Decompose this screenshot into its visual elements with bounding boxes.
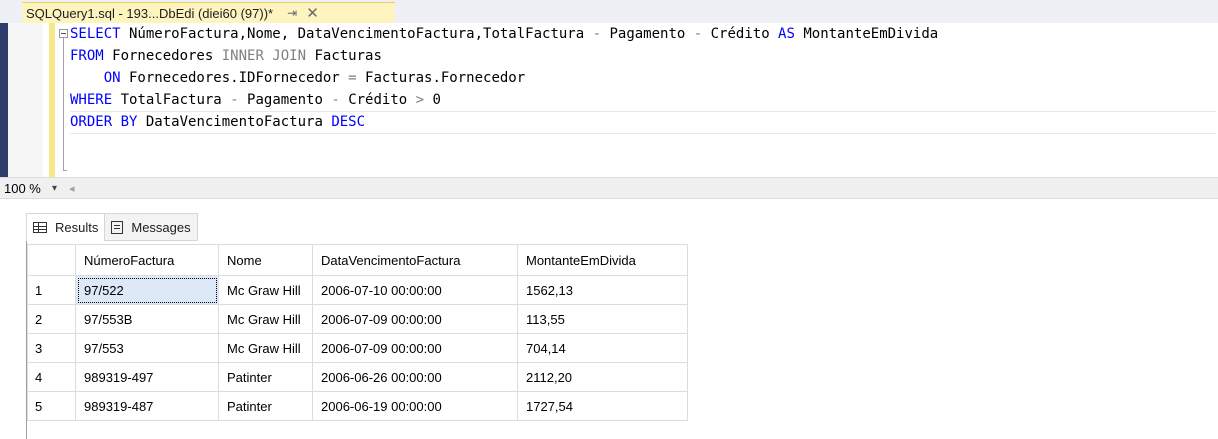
document-tab-strip: SQLQuery1.sql - 193...DbEdi (diei60 (97)… [0,0,1218,24]
sql-operator: > [415,92,425,108]
sql-operator: - [592,26,602,42]
sql-editor[interactable]: SELECT NúmeroFactura,Nome, DataVenciment… [8,23,1218,177]
grid-icon [33,221,47,233]
grid-cell[interactable]: 97/522 [75,275,219,305]
outline-line [63,38,64,171]
grid-cell[interactable]: Patinter [218,391,313,421]
sql-keyword: DESC [331,114,366,130]
row-number-header[interactable] [27,244,76,276]
code-line[interactable]: FROM Fornecedores INNER JOIN Facturas [70,45,1216,67]
grid-header-row: NúmeroFactura Nome DataVencimentoFactura… [27,244,688,276]
sql-keyword: ORDER BY [70,114,138,130]
tab-results-label: Results [55,219,99,235]
sql-text: Facturas.Fornecedor [356,70,526,86]
sql-text: 0 [424,92,441,108]
sql-text: TotalFactura [112,92,231,108]
grid-cell[interactable]: 2006-07-09 00:00:00 [312,333,518,363]
grid-cell[interactable]: 2006-06-26 00:00:00 [312,362,518,392]
sql-text: Pagamento [238,92,332,108]
table-row[interactable]: 3 97/553 Mc Graw Hill 2006-07-09 00:00:0… [27,333,688,363]
sql-keyword: ON [70,70,121,86]
results-pane: Results Messages NúmeroFactura Nome Data… [0,199,1218,439]
sql-keyword: FROM [70,48,104,64]
row-number[interactable]: 3 [27,333,76,363]
sql-text: Facturas [306,48,382,64]
sql-code[interactable]: SELECT NúmeroFactura,Nome, DataVenciment… [70,23,1216,134]
outline-line-end [63,170,67,171]
grid-cell[interactable]: 2006-07-09 00:00:00 [312,304,518,334]
grid-cell[interactable]: 989319-487 [75,391,219,421]
close-icon[interactable]: ✕ [306,6,319,21]
results-tabs: Results Messages [26,213,198,241]
grid-cell[interactable]: 113,55 [517,304,688,334]
sql-text: Crédito [339,92,416,108]
row-number[interactable]: 5 [27,391,76,421]
query-tab-title: SQLQuery1.sql - 193...DbEdi (diei60 (97)… [26,5,274,21]
row-number[interactable]: 1 [27,275,76,305]
table-row[interactable]: 4 989319-497 Patinter 2006-06-26 00:00:0… [27,362,688,392]
column-header[interactable]: Nome [218,244,313,276]
code-line[interactable]: ON Fornecedores.IDFornecedor = Facturas.… [70,67,1216,89]
sql-keyword: SELECT [70,26,121,42]
grid-cell[interactable]: 1562,13 [517,275,688,305]
table-row[interactable]: 5 989319-487 Patinter 2006-06-19 00:00:0… [27,391,688,421]
scroll-left-icon[interactable]: ◂ [69,182,75,195]
tab-messages-label: Messages [131,219,191,235]
sql-operator: - [693,26,703,42]
code-line[interactable]: ORDER BY DataVencimentoFactura DESC [70,111,1216,134]
grid-cell[interactable]: 97/553 [75,333,219,363]
table-row[interactable]: 1 97/522 Mc Graw Hill 2006-07-10 00:00:0… [27,275,688,305]
grid-cell[interactable]: 1727,54 [517,391,688,421]
table-row[interactable]: 2 97/553B Mc Graw Hill 2006-07-09 00:00:… [27,304,688,334]
tab-results[interactable]: Results [26,213,106,241]
pin-icon[interactable]: ⇥ [287,6,297,20]
column-header[interactable]: NúmeroFactura [75,244,219,276]
grid-cell[interactable]: 704,14 [517,333,688,363]
zoom-level[interactable]: 100 % [4,181,44,196]
sql-keyword: WHERE [70,92,113,108]
sql-text: DataVencimentoFactura [137,114,332,130]
tab-messages[interactable]: Messages [104,213,198,241]
grid-cell[interactable]: 2006-07-10 00:00:00 [312,275,518,305]
results-grid[interactable]: NúmeroFactura Nome DataVencimentoFactura… [27,244,688,421]
code-line[interactable]: WHERE TotalFactura - Pagamento - Crédito… [70,89,1216,111]
sql-text: Crédito [702,26,779,42]
sql-operator: - [331,92,340,108]
grid-cell[interactable]: 989319-497 [75,362,219,392]
grid-cell[interactable]: 2112,20 [517,362,688,392]
sql-text: Pagamento [601,26,694,42]
row-number[interactable]: 4 [27,362,76,392]
query-document-tab[interactable]: SQLQuery1.sql - 193...DbEdi (diei60 (97)… [22,2,395,23]
sql-text: Fornecedores.IDFornecedor [120,70,349,86]
sql-operator: - [230,92,239,108]
sql-keyword: INNER JOIN [221,48,307,64]
sql-keyword: AS [778,26,795,42]
grid-cell[interactable]: Mc Graw Hill [218,333,313,363]
zoom-bar: 100 % ▾ ◂ [0,177,1218,199]
sql-text: NúmeroFactura,Nome, DataVencimentoFactur… [120,26,593,42]
collapse-icon[interactable] [59,29,68,38]
grid-cell[interactable]: Mc Graw Hill [218,275,313,305]
sql-text: Fornecedores [103,48,222,64]
grid-cell[interactable]: 2006-06-19 00:00:00 [312,391,518,421]
sql-text: MontanteEmDivida [794,26,939,42]
column-header[interactable]: DataVencimentoFactura [312,244,518,276]
grid-cell[interactable]: Mc Graw Hill [218,304,313,334]
chevron-down-icon[interactable]: ▾ [52,183,57,194]
column-header[interactable]: MontanteEmDivida [517,244,688,276]
change-tracking-bar [49,23,55,177]
grid-cell[interactable]: 97/553B [75,304,219,334]
row-number[interactable]: 2 [27,304,76,334]
editor-gutter [8,23,43,177]
messages-icon [111,220,124,234]
grid-cell[interactable]: Patinter [218,362,313,392]
sql-operator: = [348,70,357,86]
code-line[interactable]: SELECT NúmeroFactura,Nome, DataVenciment… [70,23,1216,45]
